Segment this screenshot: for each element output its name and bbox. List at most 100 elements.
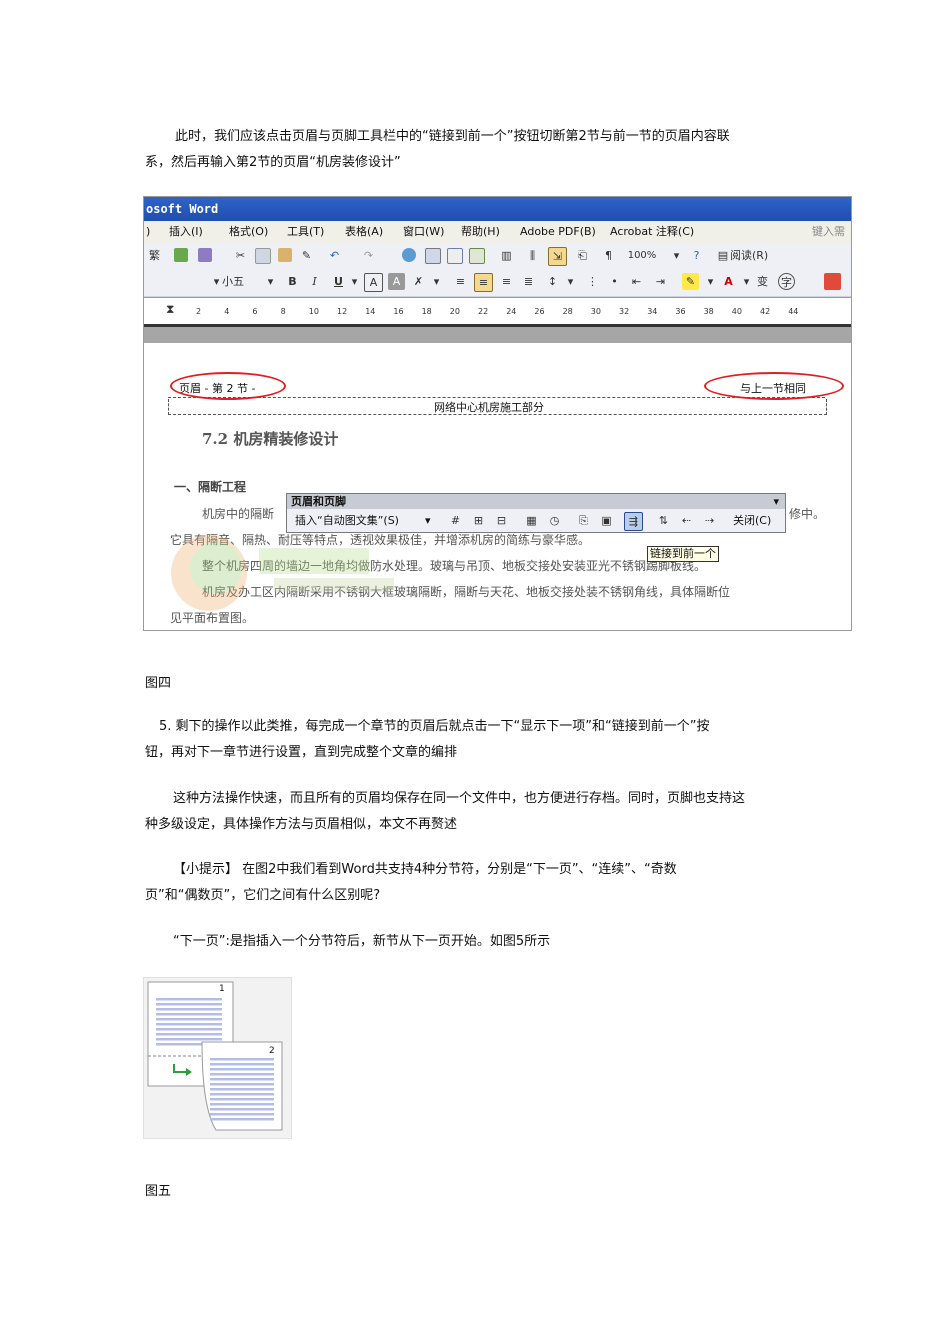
page-2-number: 2 bbox=[269, 1046, 275, 1056]
ruler-tick: 6 bbox=[252, 307, 258, 316]
menu-window[interactable]: 窗口(W) bbox=[403, 221, 444, 243]
undo-icon[interactable]: ↶ bbox=[326, 247, 343, 264]
insert-excel-icon[interactable] bbox=[468, 247, 485, 264]
chevron-down-icon[interactable]: ▾ bbox=[428, 273, 445, 290]
chevron-down-icon[interactable]: ▾ bbox=[738, 273, 755, 290]
italic-icon[interactable]: I bbox=[306, 273, 323, 290]
figure-5-caption: 图五 bbox=[145, 1184, 172, 1199]
switch-header-footer-icon[interactable]: ⇅ bbox=[655, 512, 672, 529]
hyperlink-icon[interactable] bbox=[400, 247, 417, 264]
drawing-icon[interactable]: ⫼ bbox=[524, 247, 541, 264]
align-center-icon[interactable]: ≡ bbox=[474, 273, 493, 292]
time-icon[interactable]: ◷ bbox=[546, 512, 563, 529]
ruler-tick: 18 bbox=[421, 307, 432, 316]
spell-check-icon[interactable] bbox=[172, 247, 189, 264]
paragraph-1-line-1: 此时，我们应该点击页眉与页脚工具栏中的“链接到前一个”按钮切断第2节与前一节的页… bbox=[175, 129, 730, 144]
section-break-illustration bbox=[147, 981, 283, 1131]
show-previous-icon[interactable]: ⇠ bbox=[678, 512, 695, 529]
page-text-line bbox=[210, 1088, 274, 1091]
ruler: ⧗ 2 4 6 8 10 12 14 16 18 20 22 24 26 28 30 32 34 36 38 40 42… bbox=[144, 297, 851, 327]
char-scale-icon[interactable]: ✗ bbox=[410, 273, 427, 290]
chevron-down-icon[interactable]: ▾ bbox=[668, 247, 685, 264]
font-color-icon[interactable]: A bbox=[720, 273, 737, 290]
header-text[interactable]: 网络中心机房施工部分 bbox=[434, 399, 544, 415]
read-button[interactable]: 阅读(R) bbox=[730, 247, 776, 264]
menu-adobe-pdf[interactable]: Adobe PDF(B) bbox=[520, 221, 596, 243]
columns-icon[interactable]: ▥ bbox=[498, 247, 515, 264]
pdf-icon[interactable] bbox=[824, 273, 841, 290]
page-setup-icon[interactable]: ⎘ bbox=[575, 512, 592, 529]
page-count-icon[interactable]: ⊞ bbox=[470, 512, 487, 529]
ruler-tick: 20 bbox=[449, 307, 460, 316]
annotation-oval-left bbox=[170, 372, 286, 400]
highlight-icon[interactable]: ✎ bbox=[682, 273, 699, 290]
align-right-icon[interactable]: ≡ bbox=[498, 273, 515, 290]
char-shading-icon[interactable]: A bbox=[388, 273, 405, 290]
menu-table[interactable]: 表格(A) bbox=[345, 221, 383, 243]
menu-help[interactable]: 帮助(H) bbox=[461, 221, 500, 243]
cut-icon[interactable]: ✂ bbox=[232, 247, 249, 264]
paragraph-mark-icon[interactable]: ¶ bbox=[600, 247, 617, 264]
grammar-icon[interactable]: 繁 bbox=[146, 247, 163, 264]
word-screenshot: osoft Word ) 插入(I) 格式(O) 工具(T) 表格(A) 窗口(… bbox=[143, 196, 852, 631]
underline-icon[interactable]: U bbox=[330, 273, 347, 290]
chevron-down-icon[interactable]: ▾ bbox=[262, 273, 279, 290]
page-text-line bbox=[156, 998, 222, 1001]
font-size-select[interactable]: 小五 bbox=[222, 273, 256, 290]
format-page-number-icon[interactable]: ⊟ bbox=[493, 512, 510, 529]
page-number-icon[interactable]: # bbox=[447, 512, 464, 529]
paragraph-5-line-1: “下一页”:是指插入一个分节符后，新节从下一页开始。如图5所示 bbox=[173, 934, 551, 949]
page-text-line bbox=[156, 1018, 222, 1021]
research-icon[interactable] bbox=[196, 247, 213, 264]
char-border-icon[interactable]: A bbox=[364, 273, 383, 292]
close-button[interactable]: 关闭(C) bbox=[733, 509, 771, 532]
help-search-box[interactable]: 键入需 bbox=[812, 221, 845, 243]
menu-format[interactable]: 格式(O) bbox=[229, 221, 268, 243]
paste-icon[interactable] bbox=[276, 247, 293, 264]
help-icon[interactable]: ? bbox=[688, 247, 705, 264]
paragraph-1-line-2: 系，然后再输入第2节的页眉“机房装修设计” bbox=[145, 155, 401, 170]
document-map-icon[interactable]: ⇲ bbox=[548, 247, 567, 266]
menu-insert[interactable]: 插入(I) bbox=[169, 221, 203, 243]
paragraph-4-line-2: 页”和“偶数页”，它们之间有什么区别呢? bbox=[145, 888, 381, 903]
insert-table-icon[interactable] bbox=[446, 247, 463, 264]
menu-tools[interactable]: 工具(T) bbox=[287, 221, 324, 243]
paragraph-3-line-1: 这种方法操作快速，而且所有的页眉均保存在同一个文件中，也方便进行存档。同时，页脚… bbox=[173, 791, 746, 806]
copy-icon[interactable] bbox=[254, 247, 271, 264]
zoom-select[interactable]: 100% bbox=[622, 247, 662, 264]
header-footer-toolbar: 页眉和页脚 ▾ 插入“自动图文集”(S) ▾ # ⊞ ⊟ ▦ ◷ ⎘ ▣ ⇶ ⇅… bbox=[286, 493, 786, 533]
paragraph-5: “下一页”:是指插入一个分节符后，新节从下一页开始。如图5所示 bbox=[145, 929, 810, 955]
bullets-icon[interactable]: • bbox=[606, 273, 623, 290]
line-spacing-icon[interactable]: ↕ bbox=[544, 273, 561, 290]
chevron-down-icon[interactable]: ▾ bbox=[562, 273, 579, 290]
format-painter-icon[interactable]: ✎ bbox=[298, 247, 315, 264]
bold-icon[interactable]: B bbox=[284, 273, 301, 290]
decrease-indent-icon[interactable]: ⇤ bbox=[628, 273, 645, 290]
show-next-icon[interactable]: ⇢ bbox=[701, 512, 718, 529]
redo-icon[interactable]: ↷ bbox=[360, 247, 377, 264]
phonetic-guide-icon[interactable]: 变 bbox=[754, 273, 771, 290]
chevron-down-icon[interactable]: ▾ bbox=[773, 494, 779, 509]
enclose-char-icon[interactable]: 字 bbox=[778, 273, 795, 290]
tables-borders-icon[interactable] bbox=[424, 247, 441, 264]
show-hide-text-icon[interactable]: ▣ bbox=[598, 512, 615, 529]
align-left-icon[interactable]: ≡ bbox=[452, 273, 469, 290]
link-to-previous-icon[interactable]: ⇶ bbox=[624, 512, 643, 531]
numbering-icon[interactable]: ⋮ bbox=[584, 273, 601, 290]
page-text-line bbox=[210, 1113, 274, 1116]
page-gap bbox=[144, 327, 851, 343]
insert-autotext-button[interactable]: 插入“自动图文集”(S) bbox=[295, 509, 399, 532]
chevron-down-icon[interactable]: ▾ bbox=[702, 273, 719, 290]
page-text-line bbox=[210, 1063, 274, 1066]
show-hide-icon[interactable]: ⎗ bbox=[574, 247, 591, 264]
page-text-line bbox=[156, 1033, 222, 1036]
chevron-down-icon[interactable]: ▾ bbox=[346, 273, 363, 290]
date-icon[interactable]: ▦ bbox=[523, 512, 540, 529]
increase-indent-icon[interactable]: ⇥ bbox=[652, 273, 669, 290]
menu-acrobat[interactable]: Acrobat 注释(C) bbox=[610, 221, 694, 243]
ruler-tick: 38 bbox=[703, 307, 714, 316]
chevron-down-icon[interactable]: ▾ bbox=[425, 509, 431, 532]
justify-icon[interactable]: ≣ bbox=[520, 273, 537, 290]
page-text-line bbox=[210, 1068, 274, 1071]
ruler-tick: 22 bbox=[478, 307, 489, 316]
